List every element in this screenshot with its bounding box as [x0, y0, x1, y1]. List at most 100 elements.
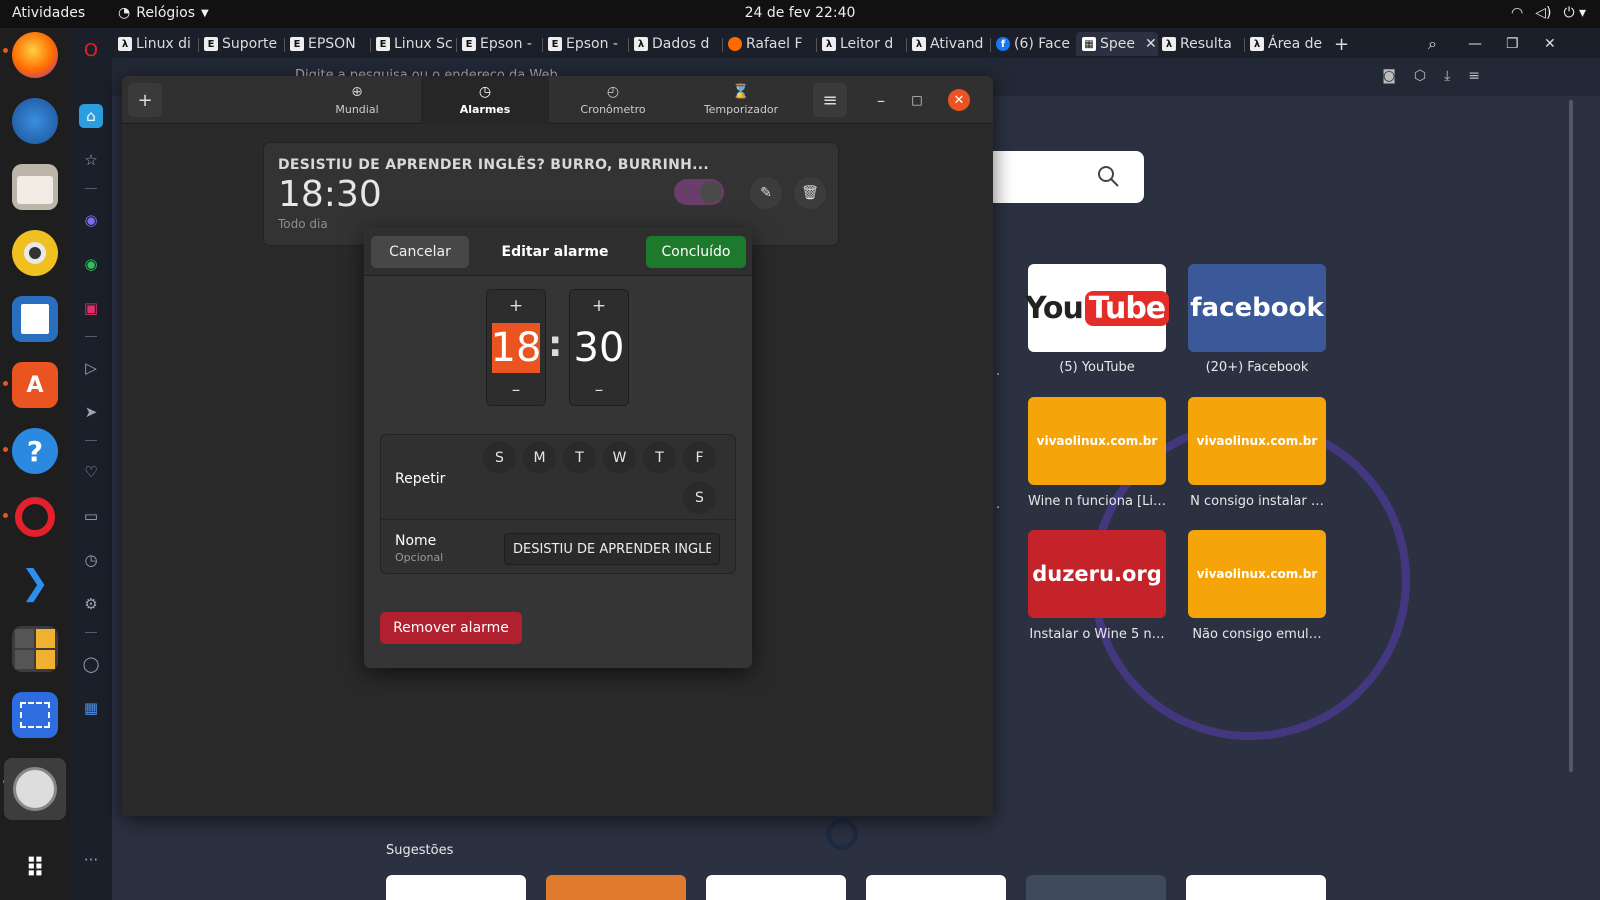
system-tray[interactable]: ◠ ◁) ⏻ ▾: [1511, 5, 1586, 21]
history-icon[interactable]: ◷: [79, 548, 103, 572]
browser-tab[interactable]: Rafael F: [728, 32, 812, 56]
speed-dial-tile-vivaolinux[interactable]: vivaolinux.com.br: [1028, 397, 1166, 485]
translate-icon[interactable]: ▦: [79, 696, 103, 720]
opera-icon[interactable]: [12, 494, 58, 540]
vscode-icon[interactable]: ❯: [12, 560, 58, 606]
hour-value[interactable]: 18: [491, 323, 541, 373]
firefox-icon[interactable]: [12, 32, 58, 78]
speed-dial-tile-duzeru[interactable]: duzeru.org: [1028, 530, 1166, 618]
day-toggle-wednesday[interactable]: W: [603, 441, 636, 474]
minute-value[interactable]: 30: [574, 323, 625, 373]
browser-tab[interactable]: λ Ativand: [912, 32, 986, 56]
close-tab-icon[interactable]: ✕: [1145, 36, 1157, 52]
minute-increment-button[interactable]: +: [570, 290, 628, 322]
tab-icon[interactable]: ▭: [79, 504, 103, 528]
hour-increment-button[interactable]: +: [487, 290, 545, 322]
more-icon[interactable]: ···: [79, 848, 103, 872]
minimize-icon[interactable]: —: [1468, 32, 1488, 56]
software-center-icon[interactable]: A: [12, 362, 58, 408]
thunderbird-icon[interactable]: [12, 98, 58, 144]
suggestion-tile[interactable]: [706, 875, 846, 900]
files-icon[interactable]: [12, 164, 58, 210]
done-button[interactable]: Concluído: [646, 236, 746, 268]
tab-stopwatch[interactable]: ◴ Cronômetro: [549, 76, 677, 124]
messenger-icon[interactable]: ◉: [79, 208, 103, 232]
speed-dial-tile-vivaolinux[interactable]: vivaolinux.com.br: [1188, 397, 1326, 485]
suggestion-tile[interactable]: [866, 875, 1006, 900]
search-tabs-icon[interactable]: ⌕: [1428, 32, 1448, 56]
screenshot-icon[interactable]: [12, 692, 58, 738]
day-toggle-monday[interactable]: M: [523, 441, 556, 474]
browser-tab[interactable]: E Suporte: [204, 32, 280, 56]
scrollbar[interactable]: [1569, 100, 1573, 772]
add-alarm-button[interactable]: +: [128, 83, 162, 117]
remove-alarm-button[interactable]: Remover alarme: [380, 612, 522, 644]
speed-dial-tile-vivaolinux[interactable]: vivaolinux.com.br: [1188, 530, 1326, 618]
app-menu[interactable]: ◔ Relógios ▼: [118, 5, 209, 21]
suggestion-tile[interactable]: [1186, 875, 1326, 900]
home-icon[interactable]: ⌂: [79, 104, 103, 128]
browser-tab[interactable]: λ Linux di: [118, 32, 194, 56]
day-toggle-tuesday[interactable]: T: [563, 441, 596, 474]
camera-icon[interactable]: ◙: [1382, 68, 1396, 84]
browser-tab[interactable]: f (6) Face: [996, 32, 1072, 56]
suggestion-tile[interactable]: [386, 875, 526, 900]
browser-tab[interactable]: E Linux Sc: [376, 32, 452, 56]
alarm-name-input[interactable]: [504, 533, 720, 565]
close-icon[interactable]: ✕: [1544, 32, 1564, 56]
writer-icon[interactable]: [12, 296, 58, 342]
speed-dial-tile-facebook[interactable]: facebook: [1188, 264, 1326, 352]
calculator-icon[interactable]: [12, 626, 58, 672]
easy-setup-icon[interactable]: ≡: [1468, 68, 1480, 84]
tab-world[interactable]: ⊕ Mundial: [293, 76, 421, 124]
activities-button[interactable]: Atividades: [12, 5, 85, 21]
browser-tab[interactable]: E Epson -: [462, 32, 538, 56]
edit-alarm-button[interactable]: ✎: [750, 177, 782, 209]
suggestion-tile[interactable]: [546, 875, 686, 900]
alarm-toggle[interactable]: [674, 179, 724, 205]
speed-dial-search[interactable]: [972, 151, 1144, 203]
new-tab-icon[interactable]: +: [1334, 32, 1354, 56]
menu-button[interactable]: ≡: [813, 83, 847, 117]
download-icon[interactable]: ⤓: [1444, 68, 1450, 84]
browser-tab[interactable]: E Epson -: [548, 32, 624, 56]
minute-decrement-button[interactable]: –: [570, 374, 628, 406]
day-toggle-saturday[interactable]: S: [683, 481, 716, 514]
clocks-app-icon[interactable]: [4, 758, 66, 820]
speed-dial-icon[interactable]: ☆: [79, 148, 103, 172]
hour-spinner[interactable]: + 18 –: [486, 289, 546, 406]
browser-tab[interactable]: λ Leitor d: [822, 32, 902, 56]
player-icon[interactable]: ▷: [79, 356, 103, 380]
delete-alarm-button[interactable]: 🗑︎: [794, 177, 826, 209]
speed-dial-tile-youtube[interactable]: You Tube: [1025, 264, 1170, 352]
browser-tab[interactable]: λ Área de: [1250, 32, 1328, 56]
instagram-icon[interactable]: ▣: [79, 296, 103, 320]
hour-decrement-button[interactable]: –: [487, 374, 545, 406]
browser-tab[interactable]: E EPSON: [290, 32, 366, 56]
help-icon[interactable]: ?: [12, 428, 58, 474]
tab-timer[interactable]: ⌛ Temporizador: [677, 76, 805, 124]
minute-spinner[interactable]: + 30 –: [569, 289, 629, 406]
suggestion-tile[interactable]: [1026, 875, 1166, 900]
show-apps-icon[interactable]: ⠿: [12, 846, 58, 892]
bulb-icon[interactable]: ◯: [79, 652, 103, 676]
rhythmbox-icon[interactable]: [12, 230, 58, 276]
restore-icon[interactable]: ❐: [1506, 32, 1526, 56]
whatsapp-icon[interactable]: ◉: [79, 252, 103, 276]
browser-tab[interactable]: λ Dados d: [634, 32, 718, 56]
send-icon[interactable]: ➤: [79, 400, 103, 424]
day-toggle-thursday[interactable]: T: [643, 441, 676, 474]
minimize-icon[interactable]: –: [864, 83, 898, 117]
datetime[interactable]: 24 de fev 22:40: [0, 5, 1600, 21]
day-toggle-sunday[interactable]: S: [483, 441, 516, 474]
day-toggle-friday[interactable]: F: [683, 441, 716, 474]
close-icon[interactable]: ✕: [948, 89, 970, 111]
browser-tab-active[interactable]: ▦ Spee ✕: [1076, 32, 1158, 56]
tab-alarms[interactable]: ◷ Alarmes: [421, 76, 549, 124]
cube-icon[interactable]: ⬡: [1414, 68, 1426, 84]
heart-icon[interactable]: ♡: [79, 460, 103, 484]
cancel-button[interactable]: Cancelar: [371, 236, 469, 268]
opera-menu-icon[interactable]: O: [79, 38, 103, 62]
browser-tab[interactable]: λ Resulta: [1162, 32, 1240, 56]
settings-icon[interactable]: ⚙: [79, 592, 103, 616]
